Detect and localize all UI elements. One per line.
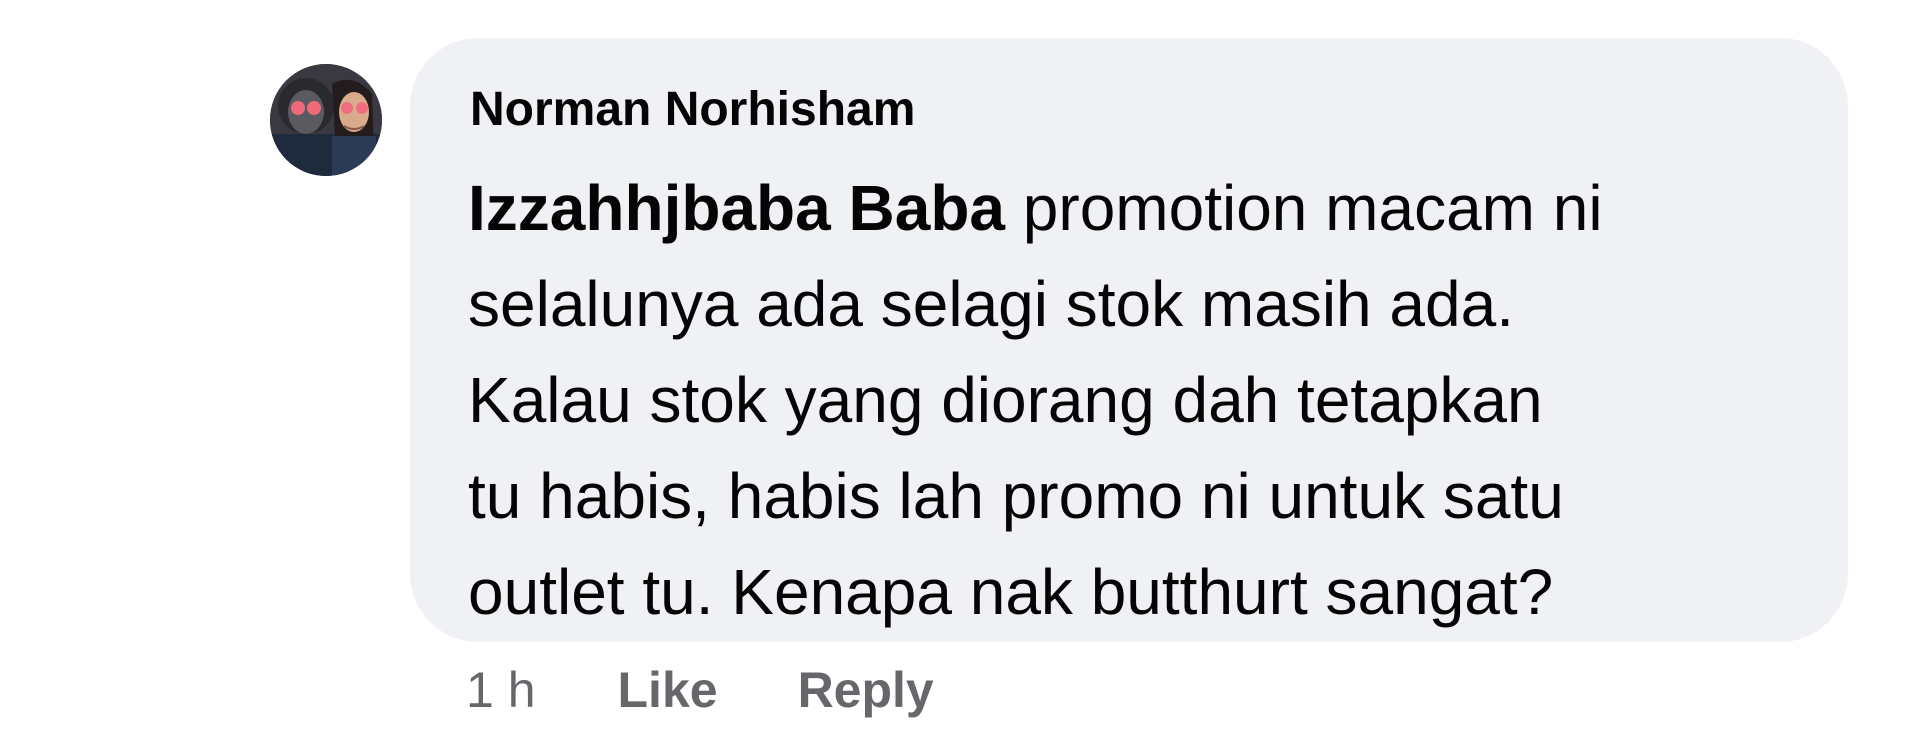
mention-link[interactable]: Izzahhjbaba Baba xyxy=(468,172,1005,244)
comment-line-3: Kalau stok yang diorang dah tetapkan xyxy=(468,364,1543,436)
comment-line-4: tu habis, habis lah promo ni untuk satu xyxy=(468,460,1564,532)
comment-text: Izzahhjbaba Baba promotion macam ni sela… xyxy=(468,160,1808,640)
comment-line-1: Izzahhjbaba Baba promotion macam ni xyxy=(468,160,1808,256)
profile-photo-icon xyxy=(270,64,382,176)
comment-actions: 1 h Like Reply xyxy=(466,660,934,720)
reply-button[interactable]: Reply xyxy=(798,661,934,719)
comment: Norman Norhisham Izzahhjbaba Baba promot… xyxy=(0,0,1920,741)
comment-line-2: selalunya ada selagi stok masih ada. xyxy=(468,268,1514,340)
timestamp[interactable]: 1 h xyxy=(466,661,536,719)
avatar[interactable] xyxy=(270,64,382,176)
comment-line-1-text: promotion macam ni xyxy=(1005,172,1603,244)
like-button[interactable]: Like xyxy=(618,661,718,719)
comment-line-5: outlet tu. Kenapa nak butthurt sangat? xyxy=(468,556,1554,628)
comment-author[interactable]: Norman Norhisham xyxy=(470,80,915,140)
